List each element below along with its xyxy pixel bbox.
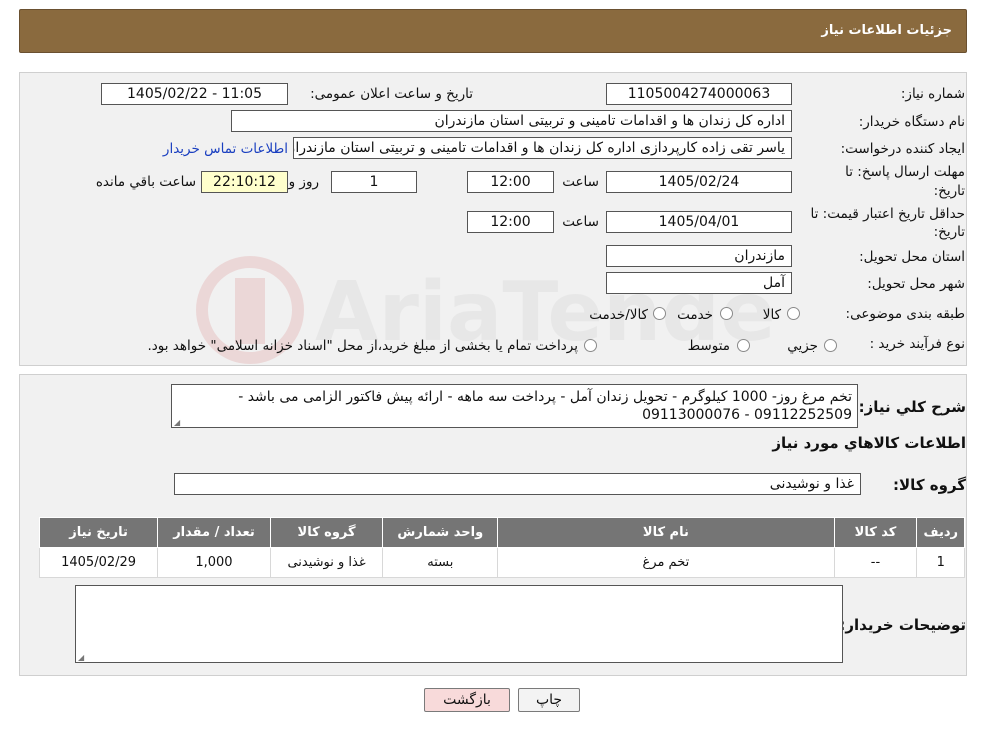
goods-table-header: رديف کد کالا نام کالا واحد شمارش گروه کا… [38, 517, 965, 548]
back-button[interactable]: بازگشت [424, 688, 510, 712]
deadline-time-field: 12:00 [467, 171, 554, 193]
goods-section-title: اطلاعات کالاهاي مورد نياز [772, 434, 966, 452]
deadline-label-date: تاریخ: [933, 183, 965, 199]
deadline-label: مهلت ارسال پاسخ: تا [845, 164, 965, 180]
goods-table: رديف کد کالا نام کالا واحد شمارش گروه کا… [38, 517, 965, 578]
remaining-time-field: 22:10:12 [201, 171, 288, 193]
need-number-field: 1105004274000063 [606, 83, 792, 105]
buyer-notes-textarea[interactable] [75, 585, 843, 663]
category-service-label: خدمت [677, 307, 713, 323]
process-medium-radio[interactable] [737, 339, 750, 352]
process-minor-radio[interactable] [824, 339, 837, 352]
col-unit-header: واحد شمارش [382, 517, 499, 548]
category-goods-service-label: کالا/خدمت [589, 307, 648, 323]
remaining-time-label: ساعت باقي مانده [95, 174, 196, 190]
price-validity-label-date: تاریخ: [933, 224, 965, 240]
goods-group-label: گروه کالا: [893, 476, 966, 494]
table-row: 1 -- تخم مرغ بسته غذا و نوشیدنی 1,000 14… [38, 547, 965, 578]
treasury-bonds-note: پرداخت تمام یا بخشی از مبلغ خرید،از محل … [147, 338, 578, 354]
process-type-label: نوع فرآیند خرید : [869, 336, 965, 352]
category-goods-radio[interactable] [787, 307, 800, 320]
col-name-header: نام کالا [497, 517, 835, 548]
creator-label: ایجاد کننده درخواست: [840, 141, 965, 157]
category-label: طبقه بندی موضوعی: [845, 306, 965, 322]
price-validity-label: حداقل تاریخ اعتبار قیمت: تا [810, 206, 965, 222]
buyer-org-label: نام دستگاه خریدار: [858, 114, 965, 130]
goods-table-wrap: رديف کد کالا نام کالا واحد شمارش گروه کا… [38, 517, 965, 578]
creator-field: یاسر تقی زاده کارپردازی اداره کل زندان ه… [293, 137, 792, 159]
announce-datetime-label: تاریخ و ساعت اعلان عمومی: [310, 86, 473, 102]
price-validity-date-field: 1405/04/01 [606, 211, 792, 233]
resize-handle-icon[interactable]: ◢ [78, 653, 86, 662]
city-field: آمل [606, 272, 792, 294]
category-goods-service-radio[interactable] [653, 307, 666, 320]
validity-hour-label: ساعت [562, 214, 599, 230]
col-qty-header: تعداد / مقدار [157, 517, 271, 548]
price-validity-time-field: 12:00 [467, 211, 554, 233]
cell-unit: بسته [382, 547, 499, 578]
page-title: جزئیات اطلاعات نیاز [821, 23, 952, 38]
need-number-label: شماره نیاز: [900, 86, 965, 102]
resize-handle-icon[interactable]: ◢ [174, 418, 182, 427]
col-date-header: تاریخ نیاز [38, 517, 159, 548]
province-label: استان محل تحویل: [859, 249, 965, 265]
process-medium-label: متوسط [687, 338, 730, 354]
process-minor-label: جزيي [787, 338, 818, 354]
announce-datetime-field: 1405/02/22 - 11:05 [101, 83, 288, 105]
city-label: شهر محل تحویل: [867, 276, 965, 292]
category-goods-label: کالا [762, 307, 781, 323]
days-label: روز و [288, 174, 319, 190]
deadline-hour-label: ساعت [562, 174, 599, 190]
cell-name: تخم مرغ [497, 547, 835, 578]
province-field: مازندران [606, 245, 792, 267]
description-text: تخم مرغ روز- 1000 کیلوگرم - تحویل زندان … [238, 389, 852, 423]
page-header: جزئیات اطلاعات نیاز [19, 9, 967, 53]
print-button[interactable]: چاپ [518, 688, 580, 712]
col-code-header: کد کالا [833, 517, 918, 548]
buyer-contact-link[interactable]: اطلاعات تماس خریدار [163, 141, 288, 157]
cell-row: 1 [916, 547, 965, 578]
cell-group: غذا و نوشیدنی [269, 547, 384, 578]
remaining-days-field: 1 [331, 171, 417, 193]
buyer-org-field: اداره کل زندان ها و اقدامات تامینی و ترب… [231, 110, 792, 132]
col-row-header: رديف [916, 517, 965, 548]
cell-qty: 1,000 [157, 547, 271, 578]
cell-date: 1405/02/29 [38, 547, 159, 578]
treasury-bonds-checkbox[interactable] [584, 339, 597, 352]
cell-code: -- [833, 547, 918, 578]
description-textarea[interactable]: تخم مرغ روز- 1000 کیلوگرم - تحویل زندان … [171, 384, 858, 428]
col-group-header: گروه کالا [269, 517, 384, 548]
category-service-radio[interactable] [720, 307, 733, 320]
deadline-date-field: 1405/02/24 [606, 171, 792, 193]
buyer-notes-label: توضیحات خریدار: [839, 616, 966, 634]
goods-group-field: غذا و نوشیدنی [174, 473, 861, 495]
description-label: شرح کلي نياز: [858, 398, 966, 416]
